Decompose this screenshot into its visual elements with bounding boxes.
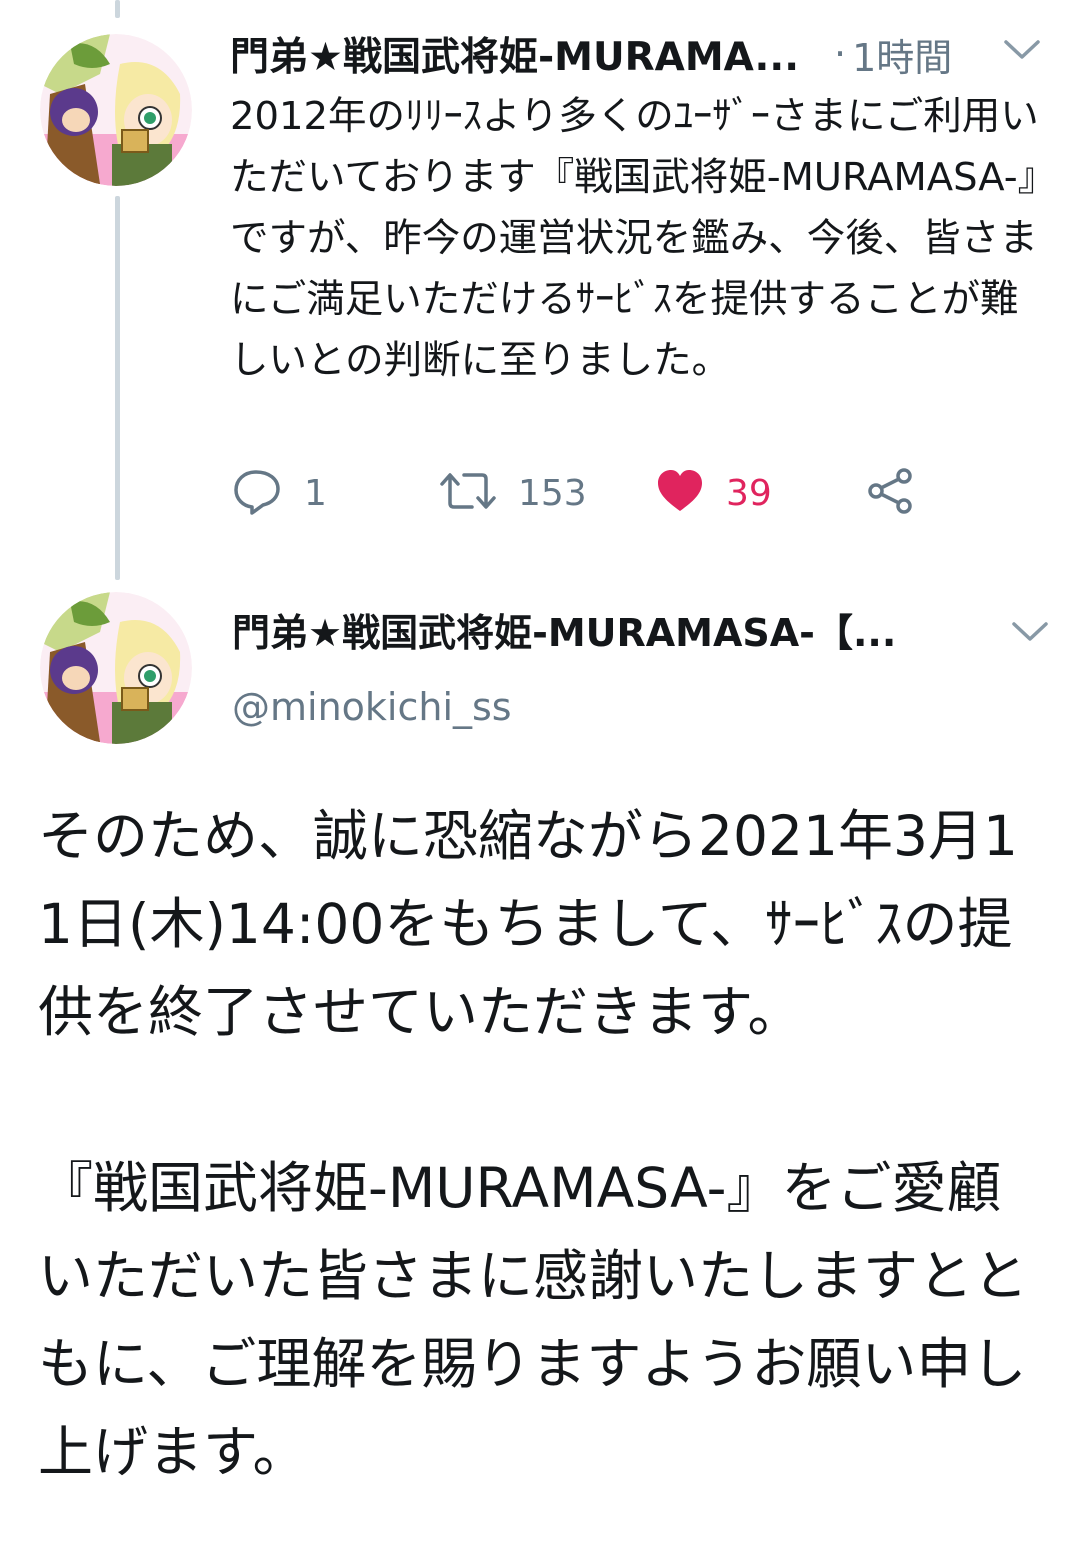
author-name[interactable]: 門弟★戦国武将姫-MURAMA... (230, 26, 820, 82)
thread-line (115, 196, 120, 580)
share-icon (866, 467, 914, 519)
tweet-text: 2012年のﾘﾘｰｽより多くのﾕｰｻﾞｰさまにご利用いただいております『戦国武将… (230, 94, 1039, 383)
chevron-down-icon[interactable] (1002, 38, 1042, 62)
chevron-down-icon[interactable] (1010, 620, 1050, 644)
reply-icon (232, 467, 282, 519)
tweet-paragraph: 『戦国武将姫-MURAMASA-』をご愛顧いただいた皆さまに感謝いたしますととも… (38, 1156, 1029, 1484)
tweet-header: 門弟★戦国武将姫-MURAMA... · 1時間 (230, 24, 1050, 84)
thread-line-top (115, 0, 120, 18)
retweet-count: 153 (518, 472, 587, 514)
tweet-paragraph: そのため、誠に恐縮ながら2021年3月11日(木)14:00をもちまして、ｻｰﾋ… (38, 804, 1018, 1044)
share-button[interactable] (866, 462, 914, 524)
like-button[interactable]: 39 (656, 462, 772, 524)
reply-button[interactable]: 1 (232, 462, 327, 524)
separator-dot: · (834, 32, 847, 76)
retweet-button[interactable]: 153 (440, 462, 587, 524)
avatar[interactable] (40, 592, 192, 744)
author-name[interactable]: 門弟★戦国武将姫-MURAMASA-【... (232, 606, 952, 660)
tweet-actions: 1 153 39 (230, 462, 950, 524)
reply-count: 1 (304, 472, 327, 514)
tweet-text: そのため、誠に恐縮ながら2021年3月11日(木)14:00をもちまして、ｻｰﾋ… (38, 792, 1048, 1496)
timestamp[interactable]: 1時間 (852, 27, 952, 82)
retweet-icon (440, 469, 496, 517)
avatar[interactable] (40, 34, 192, 186)
author-handle[interactable]: @minokichi_ss (232, 680, 512, 734)
heart-icon (656, 469, 704, 517)
like-count: 39 (726, 472, 772, 514)
